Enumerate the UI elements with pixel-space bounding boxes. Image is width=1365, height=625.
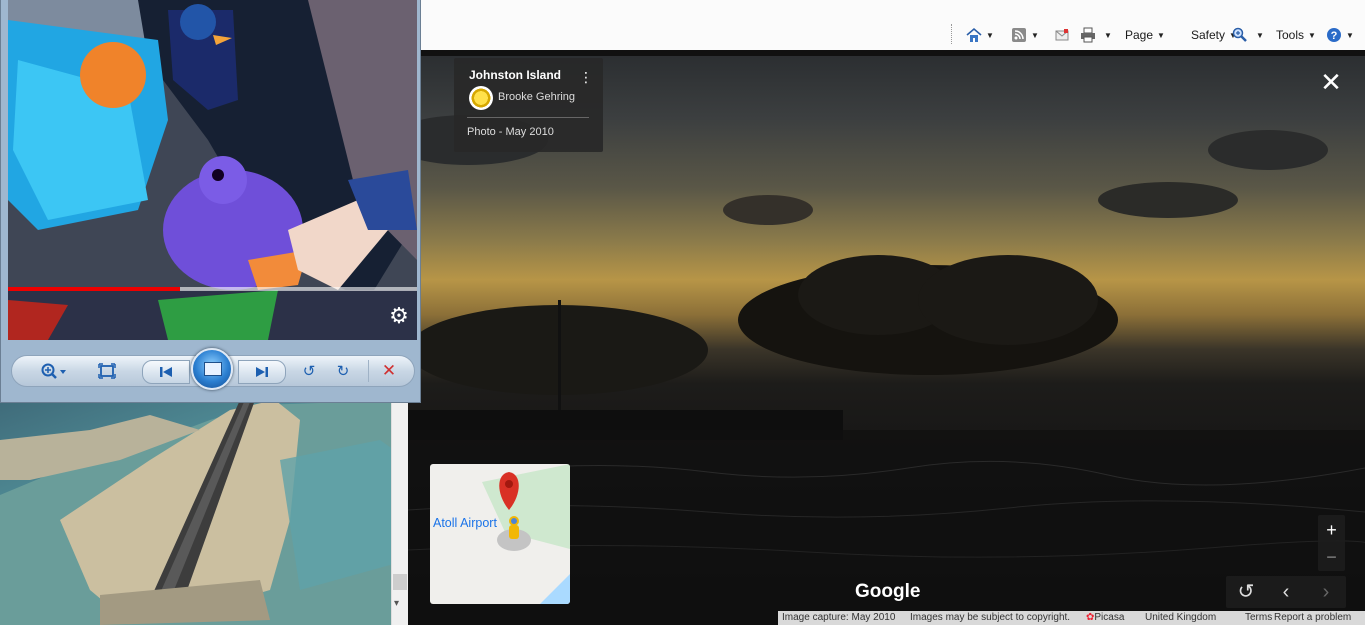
previous-icon	[160, 367, 172, 377]
report-problem-link[interactable]: Report a problem	[1274, 612, 1351, 623]
slideshow-icon	[204, 362, 222, 376]
read-mail-button[interactable]	[1054, 26, 1070, 44]
slideshow-button[interactable]	[191, 348, 233, 390]
previous-button[interactable]	[142, 360, 190, 384]
chevron-down-icon[interactable]: ▼	[986, 31, 994, 40]
zoom-button[interactable]: ▼	[1232, 26, 1264, 44]
google-logo: Google	[855, 581, 921, 602]
rotate-view-icon[interactable]: ↺	[1226, 576, 1266, 608]
map-footer: Image capture: May 2010 Images may be su…	[778, 611, 1365, 625]
rotate-right-icon: ↻	[336, 363, 350, 380]
previous-photo-icon[interactable]: ‹	[1266, 576, 1306, 608]
print-button[interactable]: ▼	[1080, 26, 1112, 44]
picasa-link[interactable]: ✿Picasa	[1086, 612, 1124, 623]
feeds-button[interactable]: ▼	[1011, 26, 1039, 44]
help-button[interactable]: ? ▼	[1326, 26, 1354, 44]
rotate-right-button[interactable]: ↻	[332, 360, 354, 382]
photo-info-card: Johnston Island ⋮ Brooke Gehring Photo -…	[454, 58, 603, 152]
close-icon[interactable]: ✕	[1320, 69, 1342, 95]
scrollbar-thumb[interactable]	[393, 574, 407, 590]
next-button[interactable]	[238, 360, 286, 384]
control-separator	[368, 360, 369, 382]
minimap[interactable]: Atoll Airport	[430, 464, 570, 604]
page-menu-label: Page	[1125, 28, 1154, 42]
print-icon	[1081, 27, 1095, 43]
fit-window-button[interactable]	[94, 360, 120, 382]
minimap-place-label: Atoll Airport	[433, 516, 497, 530]
safety-menu[interactable]: Safety ▼	[1191, 26, 1237, 44]
region-link[interactable]: United Kingdom	[1145, 612, 1216, 623]
read-mail-icon	[1055, 29, 1069, 41]
zoom-button[interactable]	[36, 360, 70, 382]
photo-date: Photo - May 2010	[467, 126, 554, 138]
home-button[interactable]: ▼	[966, 26, 994, 44]
rotate-left-button[interactable]: ↺	[298, 360, 320, 382]
more-options-icon[interactable]: ⋮	[579, 68, 593, 88]
page-menu[interactable]: Page ▼	[1125, 26, 1165, 44]
place-title[interactable]: Johnston Island	[469, 68, 561, 82]
settings-gear-icon[interactable]: ⚙	[387, 304, 411, 328]
next-icon	[256, 367, 268, 377]
feeds-icon	[1012, 28, 1026, 42]
zoom-out-icon[interactable]: −	[1318, 545, 1345, 571]
airport-photo-window: ▾	[0, 400, 408, 625]
delete-button[interactable]: ✕	[378, 360, 400, 382]
chevron-down-icon: ▼	[1308, 30, 1316, 40]
video-progress-bar[interactable]	[8, 287, 417, 291]
help-icon: ?	[1327, 28, 1341, 42]
photo-viewer-window: ⚙ ↺ ↻ ✕	[0, 0, 421, 403]
minimap-graphic	[482, 464, 570, 604]
home-icon	[966, 27, 982, 42]
browser-command-bar: ▼ ▼ ▼ Page ▼ Safety ▼ ▼ Tools ▼ ? ▼	[408, 0, 1365, 50]
copyright-notice: Images may be subject to copyright.	[910, 612, 1071, 623]
image-capture-date: Image capture: May 2010	[782, 612, 896, 623]
video-progress-fill	[8, 287, 180, 291]
card-divider	[467, 117, 589, 118]
vertical-scrollbar[interactable]: ▾	[391, 400, 408, 625]
delete-icon: ✕	[381, 361, 397, 380]
chevron-down-icon[interactable]: ▼	[1104, 31, 1112, 40]
author-name[interactable]: Brooke Gehring	[498, 91, 575, 103]
chevron-down-icon[interactable]: ▼	[1031, 31, 1039, 40]
streetview-panorama[interactable]: Johnston Island ⋮ Brooke Gehring Photo -…	[408, 50, 1365, 625]
next-photo-icon[interactable]: ›	[1306, 576, 1346, 608]
author-avatar[interactable]	[469, 86, 493, 110]
fit-window-icon	[98, 363, 116, 379]
terms-link[interactable]: Terms	[1245, 612, 1272, 623]
airport-aerial-photo	[0, 400, 408, 625]
tools-menu-label: Tools	[1276, 28, 1305, 42]
zoom-control: + −	[1318, 515, 1345, 571]
chevron-down-icon[interactable]: ▼	[1346, 31, 1354, 40]
chevron-down-icon[interactable]: ▼	[1256, 31, 1264, 40]
safety-menu-label: Safety	[1191, 28, 1226, 42]
rotate-left-icon: ↺	[302, 363, 316, 380]
zoom-icon	[41, 363, 66, 379]
pegman-icon	[509, 516, 519, 539]
zoom-icon	[1232, 27, 1247, 42]
zoom-in-icon[interactable]: +	[1318, 517, 1345, 543]
command-bar-separator	[951, 24, 953, 44]
scroll-down-arrow-icon[interactable]: ▾	[394, 598, 399, 609]
svg-text:?: ?	[1331, 30, 1338, 42]
chevron-down-icon: ▼	[1157, 30, 1165, 40]
navigation-control: ↺ ‹ ›	[1226, 576, 1346, 608]
tools-menu[interactable]: Tools ▼	[1276, 26, 1316, 44]
